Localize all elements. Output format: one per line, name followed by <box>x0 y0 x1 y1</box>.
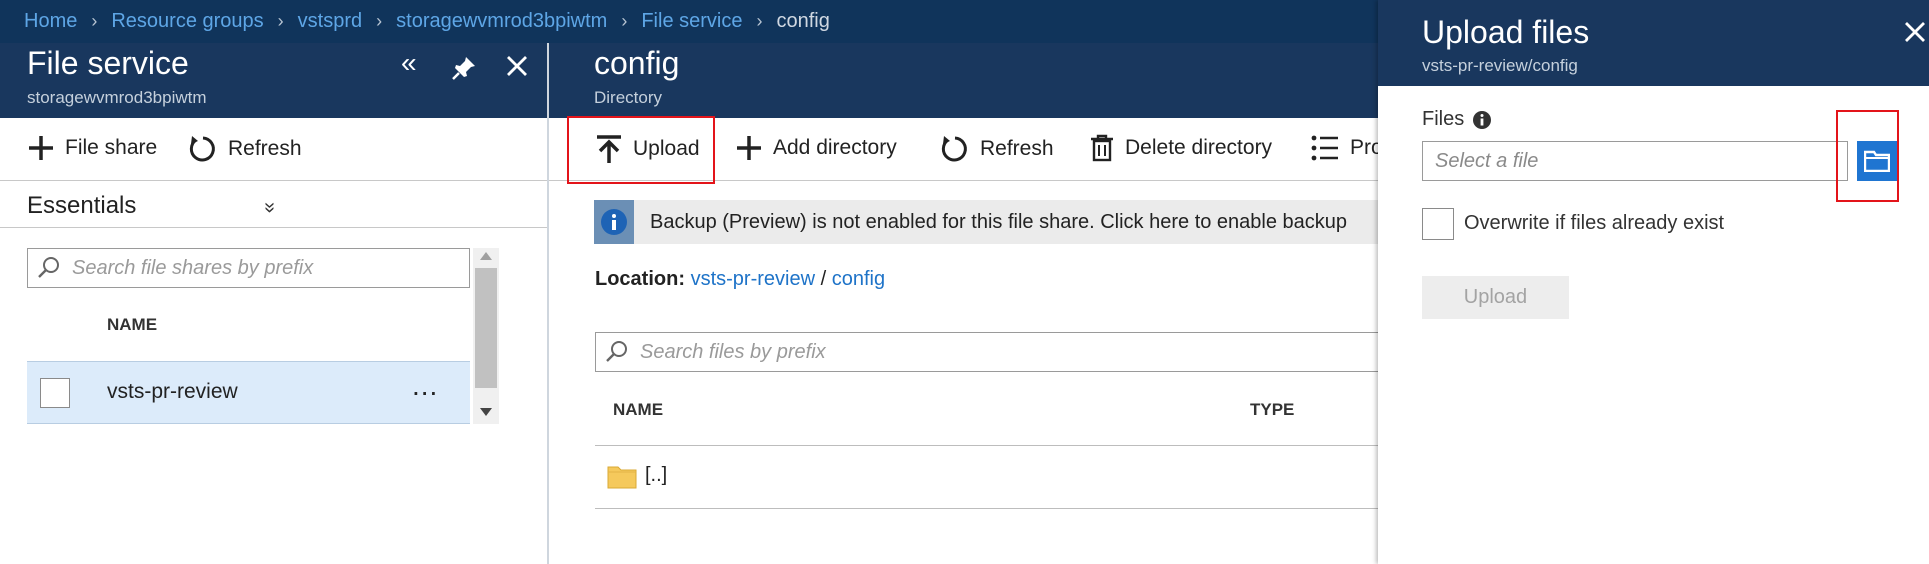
plus-icon <box>29 136 53 160</box>
upload-panel-subtitle: vsts-pr-review/config <box>1422 56 1578 75</box>
list-icon <box>1311 135 1338 161</box>
location-share-link[interactable]: vsts-pr-review <box>691 268 815 290</box>
files-column-name: NAME <box>613 400 664 419</box>
plus-icon <box>737 136 761 160</box>
row-checkbox[interactable] <box>40 378 70 408</box>
breadcrumb-home[interactable]: Home <box>24 10 77 33</box>
files-field-label: Files <box>1422 108 1492 131</box>
upload-button[interactable]: Upload <box>595 134 700 164</box>
backup-banner-text[interactable]: Backup (Preview) is not enabled for this… <box>650 211 1347 234</box>
browse-files-button[interactable] <box>1857 141 1897 181</box>
scroll-down-icon[interactable] <box>480 408 492 416</box>
file-select-input[interactable] <box>1423 142 1847 180</box>
file-search-input[interactable] <box>640 340 1378 364</box>
refresh-label: Refresh <box>980 137 1054 160</box>
more-options-icon[interactable]: ... <box>412 370 438 402</box>
chevron-right-icon: › <box>277 11 284 31</box>
divider <box>549 180 1378 181</box>
add-directory-label: Add directory <box>773 136 897 159</box>
add-file-share-button[interactable]: File share <box>27 134 157 162</box>
chevron-right-icon: › <box>756 11 763 31</box>
info-icon[interactable] <box>1472 110 1492 130</box>
divider <box>595 508 1378 509</box>
file-search-box[interactable] <box>595 332 1378 372</box>
center-blade-title: config <box>594 45 680 81</box>
refresh-icon <box>189 136 215 162</box>
upload-files-panel: Upload files vsts-pr-review/config Files… <box>1378 0 1929 564</box>
shares-column-name: NAME <box>107 315 158 334</box>
files-column-type: TYPE <box>1250 400 1295 419</box>
pin-icon[interactable] <box>451 55 477 86</box>
center-blade-header: config Directory <box>549 43 1378 118</box>
upload-panel-header: Upload files vsts-pr-review/config <box>1378 0 1929 86</box>
location-row: Location: vsts-pr-review / config <box>595 268 885 291</box>
properties-button[interactable]: Pro <box>1310 134 1383 162</box>
upload-icon <box>597 135 621 163</box>
breadcrumb-file-service[interactable]: File service <box>641 10 742 33</box>
folder-open-icon <box>1864 150 1890 172</box>
close-icon[interactable] <box>1903 20 1927 49</box>
essentials-toggle[interactable]: Essentials <box>27 192 136 220</box>
search-icon <box>606 341 627 362</box>
chevron-double-down-icon[interactable]: » <box>258 202 281 213</box>
left-blade-subtitle: storagewvmrod3bpiwtm <box>27 88 207 107</box>
breadcrumb-storage-account[interactable]: storagewvmrod3bpiwtm <box>396 10 607 33</box>
close-icon[interactable] <box>505 54 529 83</box>
chevron-right-icon: › <box>621 11 628 31</box>
left-blade-title: File service <box>27 45 189 81</box>
location-folder-link[interactable]: config <box>832 268 885 290</box>
breadcrumb-current: config <box>776 10 830 32</box>
left-blade: File share Refresh Essentials » NAME vst… <box>0 118 547 564</box>
upload-panel-title: Upload files <box>1422 14 1590 50</box>
search-icon <box>38 257 59 278</box>
delete-directory-button[interactable]: Delete directory <box>1089 134 1272 162</box>
add-directory-button[interactable]: Add directory <box>735 134 897 162</box>
breadcrumb-resource-groups[interactable]: Resource groups <box>111 10 263 33</box>
refresh-button[interactable]: Refresh <box>940 134 1054 164</box>
divider <box>0 227 547 228</box>
share-search-input[interactable] <box>72 256 469 280</box>
center-blade-subtitle: Directory <box>594 88 663 107</box>
overwrite-label[interactable]: Overwrite if files already exist <box>1464 212 1724 235</box>
add-file-share-label: File share <box>65 136 158 159</box>
share-name[interactable]: vsts-pr-review <box>107 380 238 404</box>
table-row[interactable]: [..] <box>595 446 1378 506</box>
divider <box>0 180 547 181</box>
scroll-thumb[interactable] <box>475 268 497 388</box>
collapse-icon[interactable]: « <box>401 47 417 79</box>
breadcrumb-resource-group[interactable]: vstsprd <box>298 10 362 33</box>
share-search-box[interactable] <box>27 248 470 288</box>
essentials-label: Essentials <box>27 192 137 219</box>
center-blade: Upload Add directory Refresh Delete dire… <box>549 116 1383 564</box>
folder-icon <box>607 466 637 489</box>
refresh-shares-button[interactable]: Refresh <box>188 134 302 164</box>
upload-label: Upload <box>633 137 700 160</box>
files-label: Files <box>1422 108 1465 130</box>
file-select-field[interactable] <box>1422 141 1848 181</box>
parent-directory-name[interactable]: [..] <box>645 464 667 487</box>
delete-directory-label: Delete directory <box>1125 136 1273 159</box>
trash-icon <box>1091 134 1113 162</box>
backup-info-banner[interactable]: Backup (Preview) is not enabled for this… <box>594 200 1378 244</box>
left-blade-header: File service storagewvmrod3bpiwtm « <box>0 43 547 118</box>
scroll-up-icon[interactable] <box>480 252 492 260</box>
scrollbar[interactable] <box>473 248 499 424</box>
info-icon <box>594 200 634 244</box>
overwrite-checkbox[interactable] <box>1422 208 1454 240</box>
azure-portal: Home › Resource groups › vstsprd › stora… <box>0 0 1929 564</box>
refresh-icon <box>941 136 967 162</box>
chevron-right-icon: › <box>91 11 98 31</box>
location-separator: / <box>820 268 827 290</box>
refresh-shares-label: Refresh <box>228 137 302 160</box>
location-label: Location: <box>595 268 685 290</box>
chevron-right-icon: › <box>376 11 383 31</box>
table-row[interactable]: vsts-pr-review ... <box>27 361 470 424</box>
upload-submit-button[interactable]: Upload <box>1422 276 1569 319</box>
